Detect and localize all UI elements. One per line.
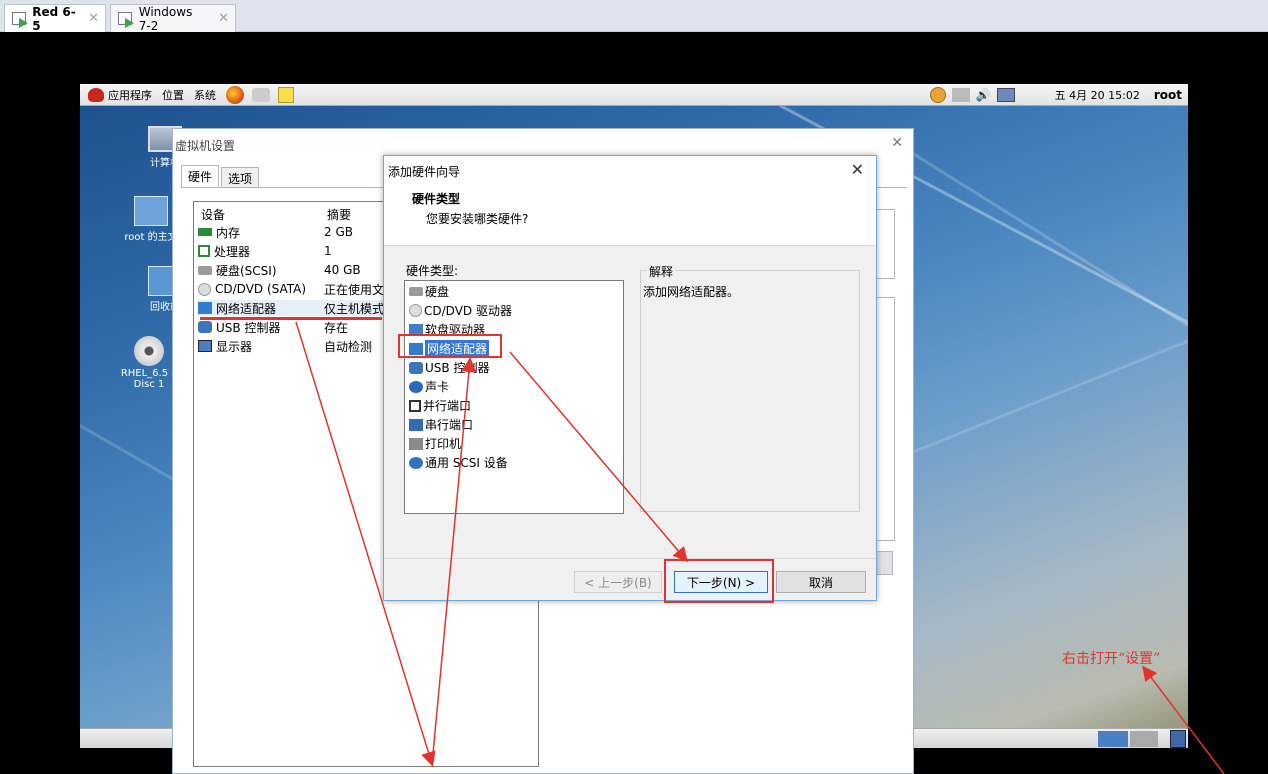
sound-icon [409,380,423,393]
column-summary: 摘要 [327,208,352,222]
scsi-icon [409,456,423,469]
list-item[interactable]: 打印机 [409,434,461,453]
host-tab-label: Red 6-5 [32,4,76,33]
menu-system[interactable]: 系统 [194,87,216,103]
explanation-text: 添加网络适配器。 [643,285,740,299]
add-hardware-wizard: 添加硬件向导 ✕ 硬件类型 您要安装哪类硬件? 硬件类型: 硬盘 CD/DVD … [383,155,877,601]
home-folder-icon [134,196,168,226]
close-icon[interactable]: ✕ [851,160,864,179]
wizard-subheading: 您要安装哪类硬件? [426,212,529,226]
list-item-label: 通用 SCSI 设备 [425,456,508,470]
wizard-body: 硬件类型: 硬盘 CD/DVD 驱动器 软盘驱动器 网络适配器 USB 控制器 … [384,246,876,558]
wallpaper-streak [879,314,1188,467]
vm-icon [11,11,29,28]
list-item[interactable]: 串行端口 [409,415,473,434]
column-device: 设备 [201,208,226,222]
menu-applications[interactable]: 应用程序 [108,87,152,103]
list-item-label: 声卡 [425,380,450,394]
close-icon[interactable]: ✕ [891,135,903,151]
trash-applet-icon[interactable] [1170,730,1186,748]
serial-port-icon [409,418,423,431]
list-item[interactable]: 硬盘 [409,282,449,301]
notes-icon[interactable] [278,86,294,103]
underline-network-row [200,317,382,320]
list-item-label: 硬盘 [425,285,450,299]
highlight-network-adapter [398,334,502,358]
list-item-label: 串行端口 [425,418,474,432]
cdrom-icon [198,282,211,296]
close-icon[interactable]: ✕ [218,11,229,26]
hardware-type-label: 硬件类型: [406,264,459,278]
list-item-label: CD/DVD 驱动器 [424,304,512,318]
host-tab-windows[interactable]: Windows 7-2 ✕ [110,4,236,33]
list-item[interactable]: 并行端口 [409,396,471,415]
host-tab-red[interactable]: Red 6-5 ✕ [4,4,106,33]
wizard-header: 硬件类型 您要安装哪类硬件? [384,184,876,246]
usb-icon [409,361,423,374]
parallel-port-icon [409,399,421,412]
dvd-icon [134,336,164,366]
device-name: 内存 [216,225,241,240]
list-item[interactable]: CD/DVD 驱动器 [409,301,512,320]
explanation-group: 解释 添加网络适配器。 [640,263,860,512]
explanation-label: 解释 [647,263,676,280]
redhat-logo-icon [88,87,104,102]
device-name: 网络适配器 [216,301,277,316]
highlight-next-button [664,559,774,603]
vm-settings-tabs: 硬件 选项 [181,165,261,187]
list-item-label: 并行端口 [423,399,472,413]
list-item-label: 打印机 [425,437,462,451]
host-tab-label: Windows 7-2 [138,4,193,33]
display-icon[interactable] [996,87,1015,102]
firefox-icon[interactable] [226,85,244,104]
host-tab-bar: Red 6-5 ✕ Windows 7-2 ✕ [0,0,1268,33]
printer-icon [409,437,423,450]
update-icon[interactable] [929,86,946,103]
network-icon [198,302,212,314]
cpu-icon [198,245,210,257]
wallpaper-streak [899,144,1188,370]
harddisk-icon [409,287,423,296]
cdrom-icon [409,304,422,317]
close-icon[interactable]: ✕ [88,11,99,26]
cancel-button[interactable]: 取消 [776,571,866,593]
workspace-1[interactable] [1098,731,1128,747]
menu-places[interactable]: 位置 [162,87,184,103]
device-name: CD/DVD (SATA) [215,282,307,296]
device-name: USB 控制器 [216,320,281,335]
list-item[interactable]: USB 控制器 [409,358,489,377]
monitor-icon [198,340,212,352]
usb-icon [198,321,212,333]
device-name: 硬盘(SCSI) [216,263,277,278]
device-name: 显示器 [216,339,253,354]
workspace-2[interactable] [1130,731,1158,747]
annotation-text: 右击打开“设置” [1062,651,1161,667]
wizard-title: 添加硬件向导 [388,165,461,179]
vm-icon [117,11,134,28]
user-name[interactable]: root [1154,88,1182,102]
back-button[interactable]: < 上一步(B) [574,571,662,593]
tab-options[interactable]: 选项 [221,167,260,187]
list-item[interactable]: 通用 SCSI 设备 [409,453,508,472]
clock[interactable]: 五 4月 20 15:02 [1055,87,1140,103]
wizard-heading: 硬件类型 [412,192,461,206]
volume-icon[interactable]: 🔊 [976,88,991,102]
device-name: 处理器 [214,244,251,259]
list-item-label: USB 控制器 [425,361,490,375]
mail-icon[interactable] [252,87,270,102]
wizard-footer: < 上一步(B) 下一步(N) > 取消 [384,558,876,600]
tab-hardware[interactable]: 硬件 [181,165,220,187]
memory-icon [198,228,212,236]
hardware-type-list[interactable]: 硬盘 CD/DVD 驱动器 软盘驱动器 网络适配器 USB 控制器 声卡 并行端… [404,280,624,514]
network-status-icon[interactable] [951,87,970,102]
window-title: 虚拟机设置 [175,139,236,153]
gnome-top-panel: 应用程序 位置 系统 🔊 五 4月 20 15:02 root [80,84,1188,106]
harddisk-icon [198,265,212,275]
list-item[interactable]: 声卡 [409,377,449,396]
